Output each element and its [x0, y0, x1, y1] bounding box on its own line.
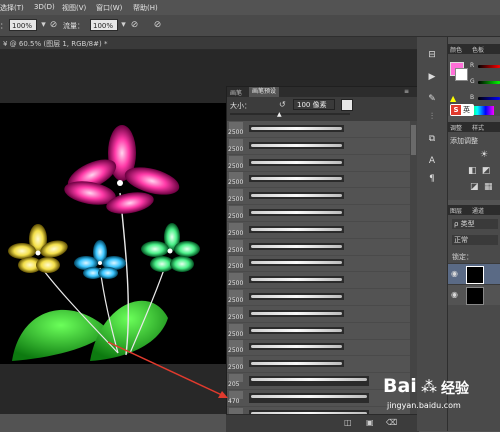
annotation-arrow: [107, 341, 228, 398]
paw-icon: ⁂: [421, 377, 437, 396]
watermark-brand: Bai: [383, 375, 417, 397]
watermark-url: jingyan.baidu.com: [387, 401, 461, 410]
watermark: Bai ⁂ 经验 jingyan.baidu.com: [383, 375, 493, 419]
watermark-suffix: 经验: [441, 381, 469, 397]
